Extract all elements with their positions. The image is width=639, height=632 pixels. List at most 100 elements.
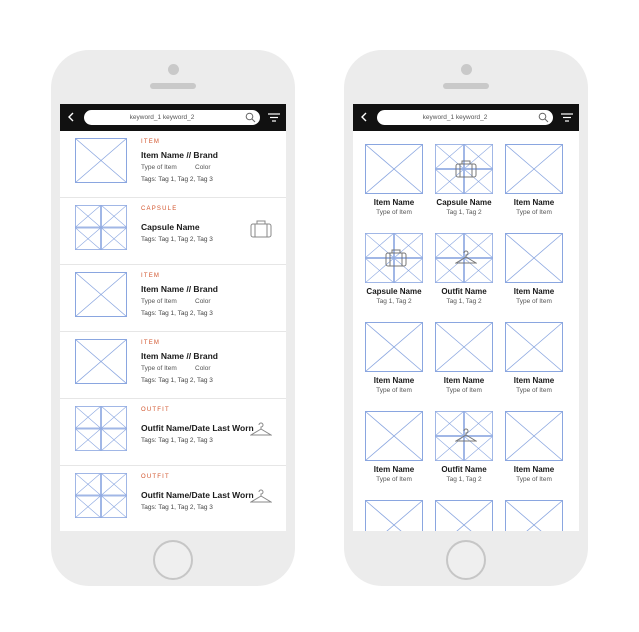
grid-item[interactable]: Outfit Name Tag 1, Tag 2	[429, 398, 499, 486]
search-input[interactable]: keyword_1 keyword_2	[84, 110, 260, 125]
hanger-icon	[249, 488, 273, 506]
list-item[interactable]: ITEM Item Name // Brand Type of Item Col…	[60, 265, 286, 332]
grid-item-sub: Type of Item	[376, 476, 412, 483]
image-placeholder	[365, 500, 423, 531]
item-color: Color	[195, 365, 211, 372]
grid-item[interactable]: Capsule Name Tag 1, Tag 2	[359, 220, 429, 308]
grid-item-name: Item Name	[513, 287, 555, 296]
phone-left: keyword_1 keyword_2 ITEM Item Name // Br…	[51, 50, 295, 586]
image-placeholder	[75, 339, 127, 384]
thumbnail	[435, 500, 493, 531]
item-title: Item Name // Brand	[141, 150, 218, 160]
thumbnail	[435, 322, 493, 372]
grid-item-name: Item Name	[513, 198, 555, 207]
grid-item-name: Item Name	[373, 376, 415, 385]
item-title: Item Name // Brand	[141, 351, 218, 361]
home-button[interactable]	[153, 540, 193, 580]
thumbnail	[434, 410, 494, 462]
camera	[460, 64, 472, 75]
item-tags: Tags: Tag 1, Tag 2, Tag 3	[141, 377, 213, 384]
back-arrow-icon[interactable]	[359, 109, 369, 125]
back-arrow-icon[interactable]	[66, 109, 76, 125]
speaker	[150, 83, 196, 89]
suitcase-icon	[455, 160, 477, 183]
grid-item-sub: Tag 1, Tag 2	[446, 298, 482, 305]
image-placeholder	[505, 233, 563, 283]
grid-item[interactable]: Capsule Name Tag 1, Tag 2	[429, 131, 499, 219]
suitcase-icon	[385, 249, 407, 267]
search-icon[interactable]	[538, 112, 549, 123]
search-input[interactable]: keyword_1 keyword_2	[377, 110, 553, 125]
grid-item-sub: Type of Item	[516, 476, 552, 483]
list-item[interactable]: OUTFIT Outfit Name/Date Last Worn Tags: …	[60, 466, 286, 531]
grid-item[interactable]: Item Name Type of Item	[429, 309, 499, 397]
item-title: Item Name // Brand	[141, 284, 218, 294]
item-color: Color	[195, 164, 211, 171]
list-item[interactable]: ITEM Item Name // Brand Type of Item Col…	[60, 332, 286, 399]
thumbnail	[74, 204, 128, 251]
suitcase-icon	[455, 160, 477, 178]
category-label: ITEM	[141, 340, 161, 346]
hanger-icon	[454, 249, 478, 272]
grid-item-sub: Type of Item	[516, 298, 552, 305]
grid-item-name: Item Name	[513, 465, 555, 474]
grid-item-name: Capsule Name	[436, 198, 492, 207]
grid-item-sub: Type of Item	[376, 387, 412, 394]
grid-item[interactable]: Item Name Type of Item	[499, 220, 569, 308]
thumbnail	[364, 232, 424, 284]
image-placeholder	[75, 138, 127, 183]
grid-item-name: Item Name	[373, 465, 415, 474]
thumbnail	[365, 322, 423, 372]
thumbnail	[74, 405, 128, 452]
grid-item[interactable]: Item Name Type of Item	[359, 131, 429, 219]
grid-item[interactable]: Item Name Type of Item	[359, 309, 429, 397]
grid-item-sub: Tag 1, Tag 2	[376, 298, 412, 305]
grid-item[interactable]	[499, 487, 569, 531]
grid-item[interactable]: Item Name Type of Item	[359, 398, 429, 486]
thumbnail	[505, 144, 563, 194]
list-item[interactable]: ITEM Item Name // Brand Type of Item Col…	[60, 131, 286, 198]
list-item[interactable]: OUTFIT Outfit Name/Date Last Worn Tags: …	[60, 399, 286, 466]
suitcase-icon	[250, 220, 272, 238]
list-item[interactable]: CAPSULE Capsule Name Tags: Tag 1, Tag 2,…	[60, 198, 286, 265]
image-placeholder	[505, 322, 563, 372]
category-label: ITEM	[141, 273, 161, 279]
item-type: Type of Item	[141, 365, 177, 372]
image-placeholder	[75, 272, 127, 317]
grid-item-sub: Type of Item	[446, 387, 482, 394]
speaker	[443, 83, 489, 89]
category-label: CAPSULE	[141, 206, 178, 212]
suitcase-icon	[385, 249, 407, 272]
thumbnail	[75, 339, 127, 384]
thumbnail	[365, 500, 423, 531]
item-tags: Tags: Tag 1, Tag 2, Tag 3	[141, 310, 213, 317]
hanger-icon	[454, 427, 478, 450]
grid-item-name: Item Name	[513, 376, 555, 385]
grid-item[interactable]: Outfit Name Tag 1, Tag 2	[429, 220, 499, 308]
filter-icon[interactable]	[561, 112, 573, 123]
image-placeholder	[365, 322, 423, 372]
screen-grid: keyword_1 keyword_2 Item Name Type of It…	[353, 104, 579, 531]
grid-item[interactable]	[429, 487, 499, 531]
image-placeholder	[505, 500, 563, 531]
thumbnail	[365, 411, 423, 461]
search-icon[interactable]	[245, 112, 256, 123]
grid-item[interactable]: Item Name Type of Item	[499, 309, 569, 397]
search-query: keyword_1 keyword_2	[422, 114, 488, 121]
grid-item-sub: Type of Item	[376, 209, 412, 216]
grid-item[interactable]: Item Name Type of Item	[499, 131, 569, 219]
home-button[interactable]	[446, 540, 486, 580]
grid-item-name: Item Name	[443, 376, 485, 385]
grid-item-sub: Type of Item	[516, 387, 552, 394]
category-label: ITEM	[141, 139, 161, 145]
filter-icon[interactable]	[268, 112, 280, 123]
thumbnail	[434, 232, 494, 284]
category-label: OUTFIT	[141, 474, 170, 480]
grid-item-name: Outfit Name	[441, 465, 487, 474]
screen-list: keyword_1 keyword_2 ITEM Item Name // Br…	[60, 104, 286, 531]
item-tags: Tags: Tag 1, Tag 2, Tag 3	[141, 236, 213, 243]
image-placeholder	[365, 144, 423, 194]
grid-item[interactable]	[359, 487, 429, 531]
thumbnail	[434, 143, 494, 195]
grid-item[interactable]: Item Name Type of Item	[499, 398, 569, 486]
